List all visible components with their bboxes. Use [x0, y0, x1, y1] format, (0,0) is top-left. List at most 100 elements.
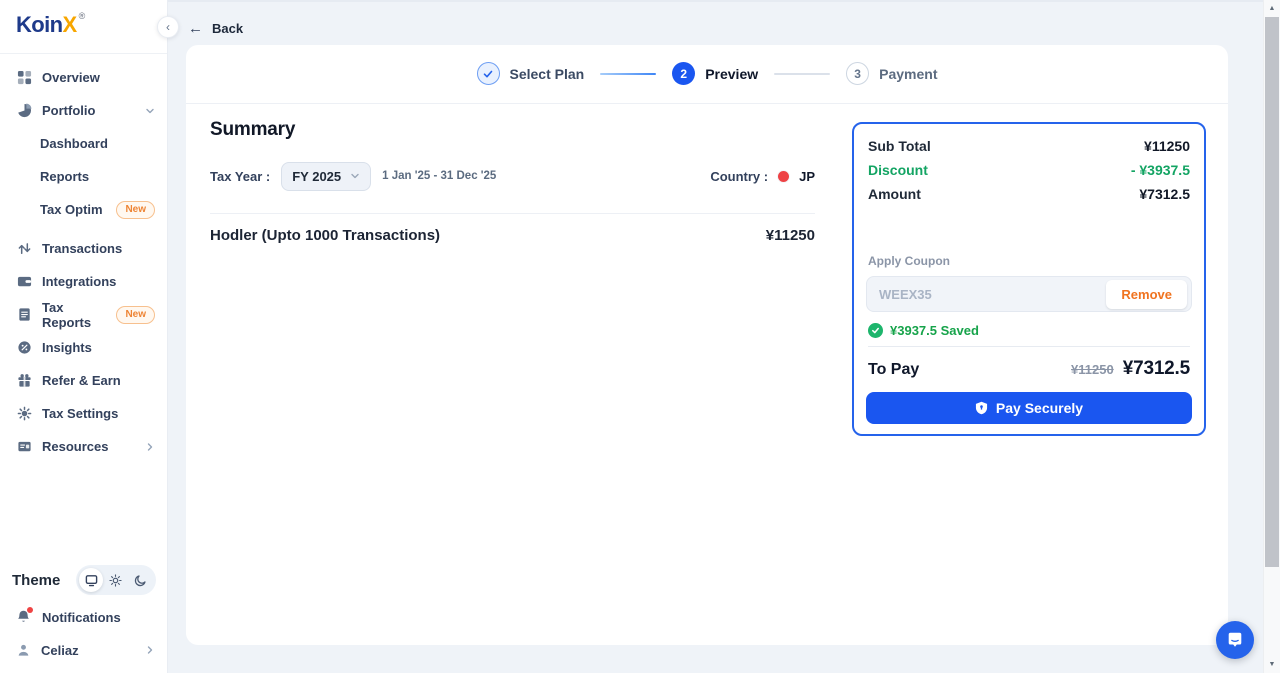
new-badge: New [116, 201, 155, 219]
sidebar-item-transactions[interactable]: Transactions [0, 232, 167, 265]
grid-icon [16, 70, 32, 86]
collapse-chevron-icon: ‹ [166, 21, 170, 33]
sidebar-item-tax-settings[interactable]: Tax Settings [0, 397, 167, 430]
divider [210, 213, 815, 214]
subtotal-label: Sub Total [868, 138, 931, 154]
step-payment[interactable]: 3 Payment [846, 62, 937, 85]
gift-icon [16, 373, 32, 389]
sidebar-item-label: Tax Settings [42, 406, 118, 421]
tax-year-label: Tax Year : [210, 169, 270, 184]
theme-label: Theme [12, 572, 60, 589]
sidebar-menu: Overview Portfolio Dashboard Reports Tax… [0, 61, 167, 463]
vertical-scrollbar[interactable]: ▲ ▼ [1263, 0, 1280, 673]
sidebar: KoinX® Overview Portfolio Dashboard Repo… [0, 0, 168, 673]
subtotal-value: ¥11250 [1144, 138, 1190, 154]
tax-year-value: FY 2025 [292, 169, 341, 184]
scrollbar-thumb[interactable] [1265, 17, 1279, 567]
pay-securely-button[interactable]: Pay Securely [866, 392, 1192, 424]
back-arrow-icon: ← [188, 21, 203, 36]
order-summary-panel: Sub Total ¥11250 Discount - ¥3937.5 Amou… [852, 122, 1206, 436]
tax-year-select[interactable]: FY 2025 [281, 162, 371, 191]
sidebar-collapse-button[interactable]: ‹ [157, 16, 179, 38]
coupon-input[interactable] [869, 287, 1106, 302]
sun-icon [109, 574, 122, 587]
pay-button-label: Pay Securely [996, 400, 1083, 416]
top-border [168, 0, 1263, 2]
to-pay-label: To Pay [868, 361, 919, 379]
tax-year-row: Tax Year : FY 2025 1 Jan '25 - 31 Dec '2… [210, 161, 815, 191]
scroll-down-button[interactable]: ▼ [1264, 656, 1280, 673]
check-circle-icon [868, 323, 883, 338]
stepper-connector [600, 73, 656, 75]
chevron-down-icon [350, 171, 360, 181]
logo: KoinX® [0, 0, 167, 54]
swap-arrows-icon [16, 241, 32, 257]
sidebar-item-label: Overview [42, 70, 100, 85]
back-button[interactable]: ← Back [188, 21, 243, 36]
plan-name: Hodler (Upto 1000 Transactions) [210, 227, 440, 244]
sidebar-item-refer-earn[interactable]: Refer & Earn [0, 364, 167, 397]
sidebar-item-label: Tax Optimisation [40, 202, 102, 217]
stepper: Select Plan 2 Preview 3 Payment [186, 62, 1228, 85]
final-price: ¥7312.5 [1123, 358, 1190, 380]
sidebar-item-label: Tax Reports [42, 300, 102, 330]
subtotal-row: Sub Total ¥11250 [868, 138, 1190, 154]
wallet-icon [16, 274, 32, 290]
insights-icon [16, 340, 32, 356]
summary-title: Summary [210, 119, 295, 141]
shield-icon [975, 401, 988, 415]
plan-row: Hodler (Upto 1000 Transactions) ¥11250 [210, 227, 815, 244]
checkout-card: Select Plan 2 Preview 3 Payment Summary … [186, 45, 1228, 645]
resources-icon [16, 439, 32, 455]
japan-flag-icon [777, 170, 790, 183]
theme-section: Theme [12, 565, 156, 595]
sidebar-item-user[interactable]: Celiaz [0, 637, 167, 663]
sidebar-item-resources[interactable]: Resources [0, 430, 167, 463]
sidebar-item-reports[interactable]: Reports [0, 160, 167, 193]
moon-icon [134, 574, 147, 587]
sidebar-item-notifications[interactable]: Notifications [0, 604, 167, 630]
sidebar-item-portfolio[interactable]: Portfolio [0, 94, 167, 127]
original-price: ¥11250 [1071, 362, 1114, 377]
sidebar-item-overview[interactable]: Overview [0, 61, 167, 94]
chevron-right-icon [145, 442, 155, 452]
chevron-down-icon [145, 106, 155, 116]
sidebar-item-label: Transactions [42, 241, 122, 256]
step-number-badge: 2 [672, 62, 695, 85]
sidebar-item-tax-reports[interactable]: Tax Reports New [0, 298, 167, 331]
discount-label: Discount [868, 162, 928, 178]
messenger-icon [1226, 631, 1244, 649]
theme-light-option[interactable] [104, 568, 128, 592]
sidebar-item-label: Resources [42, 439, 108, 454]
sidebar-item-label: Dashboard [40, 136, 108, 151]
country-row: Country : JP [710, 169, 815, 184]
scroll-up-button[interactable]: ▲ [1264, 0, 1280, 17]
sidebar-item-tax-optimisation[interactable]: Tax Optimisation New [0, 193, 167, 226]
apply-coupon-label: Apply Coupon [868, 254, 950, 268]
bell-icon [16, 609, 32, 625]
sidebar-item-label: Insights [42, 340, 92, 355]
step-select-plan[interactable]: Select Plan [477, 62, 585, 85]
sidebar-item-dashboard[interactable]: Dashboard [0, 127, 167, 160]
amount-row: Amount ¥7312.5 [868, 186, 1190, 202]
step-preview[interactable]: 2 Preview [672, 62, 758, 85]
theme-dark-option[interactable] [129, 568, 153, 592]
sidebar-item-label: Reports [40, 169, 89, 184]
to-pay-row: To Pay ¥11250 ¥7312.5 [868, 358, 1190, 380]
discount-row: Discount - ¥3937.5 [868, 162, 1190, 178]
new-badge: New [116, 306, 155, 324]
chevron-right-icon [145, 645, 155, 655]
amount-label: Amount [868, 186, 921, 202]
theme-toggle[interactable] [76, 565, 156, 595]
theme-system-option[interactable] [79, 568, 103, 592]
notification-dot [27, 607, 33, 613]
sidebar-item-label: Portfolio [42, 103, 95, 118]
coupon-saved-row: ¥3937.5 Saved [868, 323, 979, 338]
koinx-logo: KoinX® [16, 14, 83, 36]
step-label: Payment [879, 66, 937, 82]
remove-coupon-button[interactable]: Remove [1106, 280, 1187, 309]
country-label: Country : [710, 169, 768, 184]
sidebar-item-insights[interactable]: Insights [0, 331, 167, 364]
chat-launcher-button[interactable] [1216, 621, 1254, 659]
sidebar-item-integrations[interactable]: Integrations [0, 265, 167, 298]
